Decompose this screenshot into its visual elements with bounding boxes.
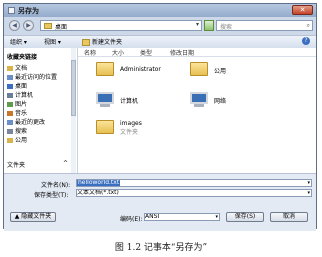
window-title: 另存为 [18, 7, 39, 15]
address-field[interactable]: 桌面 ▾ [40, 20, 202, 31]
refresh-icon[interactable] [204, 20, 214, 31]
column-headers: 名称 大小 类型 修改日期 [78, 48, 316, 57]
sidebar-item-pictures[interactable]: 图片 [7, 99, 27, 108]
content-area: 收藏夹链接 文档 最近访问的位置 桌面 计算机 图片 音乐 最近的更改 搜索 公… [4, 48, 316, 173]
sidebar-scrollbar[interactable] [71, 48, 76, 173]
sidebar-item-computer[interactable]: 计算机 [7, 90, 33, 99]
savetype-select[interactable]: 文本文档(*.txt) ▾ [76, 189, 312, 197]
network-icon [190, 92, 208, 104]
search-input[interactable]: 搜索 ⌕ [216, 20, 313, 31]
folder-icon [190, 62, 208, 76]
filename-value: helloworld.txt [77, 179, 121, 186]
savetype-label: 保存类型(T): [34, 192, 69, 199]
sidebar-item-public[interactable]: 公用 [7, 135, 27, 144]
back-arrow-icon[interactable]: ◀ [9, 20, 20, 31]
title-bar[interactable]: 另存为 ✕ [4, 4, 316, 17]
sidebar-item-music[interactable]: 音乐 [7, 108, 27, 117]
new-folder-button[interactable]: 新建文件夹 [82, 37, 122, 46]
new-folder-icon [82, 39, 90, 46]
column-size[interactable]: 大小 [112, 48, 124, 57]
navigation-pane: 收藏夹链接 文档 最近访问的位置 桌面 计算机 图片 音乐 最近的更改 搜索 公… [4, 48, 78, 173]
column-type[interactable]: 类型 [140, 48, 152, 57]
command-toolbar: 组织 ▾ 视图 ▾ 新建文件夹 ? [4, 35, 316, 49]
folders-toggle[interactable]: 文件夹 ^ [7, 160, 68, 169]
user-folder-icon [96, 62, 114, 76]
save-as-dialog: 另存为 ✕ ◀ ▶ 桌面 ▾ 搜索 ⌕ 组织 ▾ 视图 ▾ 新建文件夹 ? 收藏… [3, 3, 317, 231]
music-icon [7, 111, 13, 116]
savetype-value: 文本文档(*.txt) [77, 189, 119, 196]
scrollbar-thumb[interactable] [71, 60, 76, 116]
sidebar-item-documents[interactable]: 文档 [7, 63, 27, 72]
column-name[interactable]: 名称 [84, 48, 96, 57]
notepad-icon [8, 7, 15, 14]
sidebar-item-desktop[interactable]: 桌面 [7, 81, 27, 90]
encoding-select[interactable]: ANSI ▾ [144, 213, 220, 221]
close-button[interactable]: ✕ [292, 5, 313, 15]
filename-label: 文件名(N): [41, 182, 71, 189]
address-text: 桌面 [55, 24, 68, 31]
folder-icon [96, 120, 114, 134]
save-options-panel: 文件名(N): helloworld.txt ▾ 保存类型(T): 文本文档(*… [4, 173, 316, 231]
hide-folders-button[interactable]: ▲ 隐藏文件夹 [10, 212, 56, 222]
address-bar: ◀ ▶ 桌面 ▾ 搜索 ⌕ [4, 17, 316, 35]
recent-places-icon [7, 75, 13, 80]
sidebar-item-recent-changes[interactable]: 最近的更改 [7, 117, 45, 126]
views-menu[interactable]: 视图 ▾ [44, 37, 61, 46]
chevron-down-icon[interactable]: ▾ [215, 214, 218, 220]
chevron-down-icon[interactable]: ▾ [196, 21, 199, 28]
filename-field[interactable]: helloworld.txt ▾ [76, 179, 312, 187]
cancel-button[interactable]: 取消 [270, 212, 308, 222]
computer-icon [7, 93, 13, 98]
chevron-down-icon[interactable]: ▾ [307, 180, 310, 186]
sidebar-item-searches[interactable]: 搜索 [7, 126, 27, 135]
encoding-label: 编码(E): [120, 216, 143, 223]
sidebar-item-recent-places[interactable]: 最近访问的位置 [7, 72, 57, 81]
chevron-up-icon: ▲ [14, 213, 20, 220]
favorites-header: 收藏夹链接 [7, 54, 38, 61]
searches-icon [7, 129, 13, 134]
figure-caption: 图 1.2 记事本“另存为” [114, 243, 208, 253]
search-icon: ⌕ [306, 22, 310, 29]
save-button[interactable]: 保存(S) [226, 212, 264, 222]
column-modified[interactable]: 修改日期 [170, 48, 194, 57]
new-folder-label: 新建文件夹 [92, 39, 123, 46]
network-stand [194, 104, 204, 107]
encoding-value: ANSI [145, 213, 160, 220]
desktop-icon [7, 84, 13, 89]
organize-menu[interactable]: 组织 ▾ [10, 37, 27, 46]
chevron-down-icon[interactable]: ▾ [307, 190, 310, 196]
search-placeholder: 搜索 [220, 24, 233, 31]
computer-icon [96, 92, 114, 104]
desktop-folder-icon [44, 23, 52, 29]
documents-icon [7, 66, 13, 71]
forward-arrow-icon[interactable]: ▶ [23, 20, 34, 31]
pictures-icon [7, 102, 13, 107]
computer-stand [100, 104, 110, 107]
public-folder-icon [7, 138, 13, 143]
help-icon[interactable]: ? [302, 37, 310, 45]
recent-changes-icon [7, 120, 13, 125]
